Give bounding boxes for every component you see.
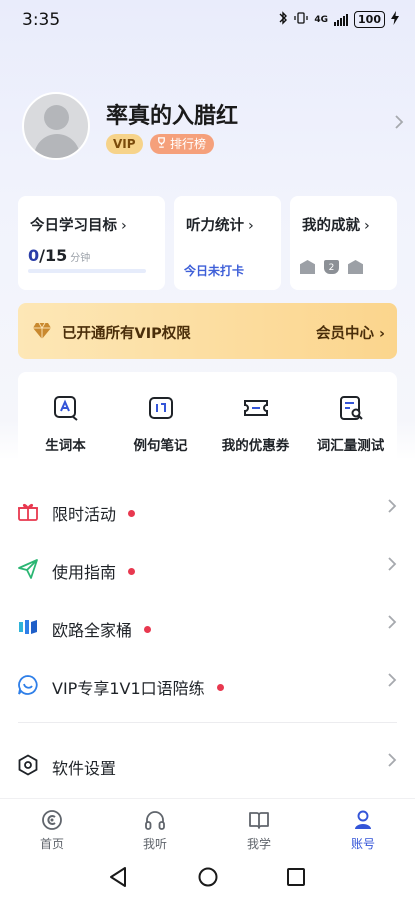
status-icons: 4G 100 xyxy=(278,11,399,28)
recents-square-icon[interactable] xyxy=(286,866,306,892)
study-goal-progress xyxy=(28,269,146,273)
notification-dot xyxy=(128,510,136,517)
status-bar: 3:35 4G 100 xyxy=(0,0,415,40)
chevron-right-icon xyxy=(387,672,397,692)
tool-vocabulary-test[interactable]: 词汇量测试 xyxy=(303,394,398,454)
menu-item-settings[interactable]: 软件设置 xyxy=(0,740,415,790)
tool-label: 生词本 xyxy=(45,438,86,454)
tab-home[interactable]: 首页 xyxy=(12,809,92,852)
listening-status: 今日未打卡 xyxy=(184,264,245,278)
tool-vocabulary-book[interactable]: 生词本 xyxy=(18,394,113,454)
vip-badge: VIP xyxy=(106,134,143,154)
achievements-card[interactable]: 我的成就 › 2 xyxy=(290,196,397,290)
back-icon[interactable] xyxy=(108,866,128,892)
headphones-icon xyxy=(115,809,195,831)
tab-listen[interactable]: 我听 xyxy=(115,809,195,852)
bottom-tab-bar: 首页 我听 我学 账号 xyxy=(0,798,415,856)
battery-indicator: 100 xyxy=(354,11,385,28)
chevron-right-icon xyxy=(387,752,397,772)
menu-item-limited-events[interactable]: 限时活动 xyxy=(0,486,415,536)
achievement-badge-icon xyxy=(300,260,315,274)
vocabulary-book-icon xyxy=(18,394,113,422)
notification-dot xyxy=(128,568,136,575)
tool-coupons[interactable]: 我的优惠券 xyxy=(208,394,303,454)
signal-icon xyxy=(334,13,349,26)
tools-grid: 生词本 例句笔记 我的优惠券 词汇量测试 xyxy=(18,372,397,472)
system-navigation-bar xyxy=(0,856,415,900)
tab-learn[interactable]: 我学 xyxy=(219,809,299,852)
study-goal-value: 0/15 分钟 xyxy=(28,246,91,265)
profile-header[interactable]: 率真的入腊红 VIP 排行榜 xyxy=(22,92,404,162)
trophy-icon xyxy=(156,134,167,154)
tab-label: 我听 xyxy=(142,837,167,851)
chat-bubble-icon xyxy=(17,674,39,700)
network-type: 4G xyxy=(314,14,329,25)
chevron-right-icon xyxy=(394,114,404,135)
tab-label: 我学 xyxy=(246,837,271,851)
achievement-badge-icon xyxy=(348,260,363,274)
eudic-suite-icon xyxy=(17,616,39,642)
menu-label: 欧路全家桶 xyxy=(52,617,152,641)
achievements-title: 我的成就 › xyxy=(302,218,370,234)
avatar[interactable] xyxy=(22,92,90,160)
notification-dot xyxy=(144,626,152,633)
tab-label: 首页 xyxy=(39,837,64,851)
study-goal-card[interactable]: 今日学习目标 › 0/15 分钟 xyxy=(18,196,165,290)
charging-icon xyxy=(391,11,399,28)
sentence-notes-icon xyxy=(113,394,208,422)
notification-dot xyxy=(216,684,224,691)
gift-icon xyxy=(17,500,39,526)
menu-label: 软件设置 xyxy=(52,759,117,778)
tool-label: 我的优惠券 xyxy=(221,438,290,454)
tool-label: 例句笔记 xyxy=(133,438,188,454)
vibrate-icon xyxy=(294,11,309,28)
study-goal-title: 今日学习目标 › xyxy=(30,218,127,234)
menu-label: 使用指南 xyxy=(52,559,136,583)
rank-badge[interactable]: 排行榜 xyxy=(150,134,215,154)
chevron-right-icon xyxy=(387,498,397,518)
menu-label: 限时活动 xyxy=(52,501,136,525)
rank-badge-label: 排行榜 xyxy=(170,137,207,151)
home-circle-icon[interactable] xyxy=(197,866,219,892)
vocabulary-test-icon xyxy=(303,394,398,422)
tool-label: 词汇量测试 xyxy=(316,438,385,454)
bluetooth-icon xyxy=(278,11,288,28)
menu-item-eudic-suite[interactable]: 欧路全家桶 xyxy=(0,602,415,652)
tab-label: 账号 xyxy=(350,837,375,851)
listening-stats-title: 听力统计 › xyxy=(186,218,254,234)
achievement-level-badge: 2 xyxy=(324,260,339,274)
achievement-badges: 2 xyxy=(300,260,363,274)
tool-sentence-notes[interactable]: 例句笔记 xyxy=(113,394,208,454)
vip-banner[interactable]: 已开通所有VIP权限 会员中心 › xyxy=(18,303,397,359)
chevron-right-icon xyxy=(387,614,397,634)
listening-stats-card[interactable]: 听力统计 › 今日未打卡 xyxy=(174,196,281,290)
user-icon xyxy=(323,809,403,831)
book-icon xyxy=(219,809,299,831)
home-icon xyxy=(12,809,92,831)
chevron-right-icon xyxy=(387,556,397,576)
paper-plane-icon xyxy=(17,558,39,584)
tab-account[interactable]: 账号 xyxy=(323,809,403,852)
coupon-icon xyxy=(208,394,303,422)
user-name: 率真的入腊红 xyxy=(106,104,239,129)
menu-item-user-guide[interactable]: 使用指南 xyxy=(0,544,415,594)
menu-label: VIP专享1V1口语陪练 xyxy=(52,675,224,699)
divider xyxy=(18,722,397,723)
member-center-link[interactable]: 会员中心 › xyxy=(316,322,385,343)
vip-status-text: 已开通所有VIP权限 xyxy=(62,326,191,342)
hexagon-settings-icon xyxy=(17,754,39,780)
status-time: 3:35 xyxy=(22,10,61,30)
diamond-icon xyxy=(32,322,52,344)
menu-item-vip-speaking[interactable]: VIP专享1V1口语陪练 xyxy=(0,660,415,710)
